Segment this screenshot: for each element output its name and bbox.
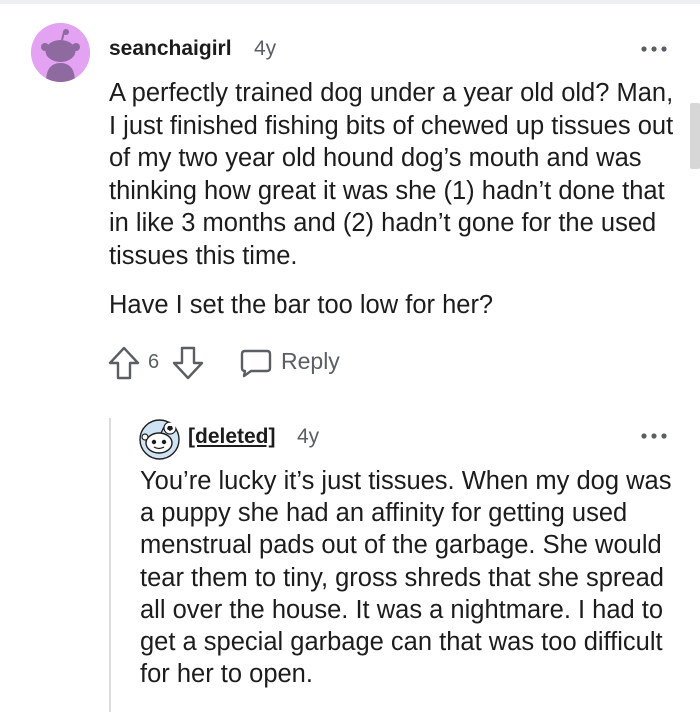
timestamp: 4y [254, 37, 277, 60]
vote-score: 6 [148, 351, 160, 373]
upvote-button[interactable] [107, 345, 141, 381]
comment-paragraph: Have I set the bar too low for her? [109, 291, 494, 319]
comment: seanchaigirl 4y A perfectly trained dog … [0, 0, 700, 400]
avatar[interactable] [139, 419, 180, 460]
more-options-icon[interactable] [640, 426, 668, 446]
comment-body: You’re lucky it’s just tissues. When my … [140, 465, 685, 690]
speech-bubble-icon [240, 349, 272, 378]
snoo-avatar-icon [139, 419, 180, 460]
downvote-arrow-icon [172, 346, 204, 380]
avatar[interactable] [31, 23, 90, 82]
snoo-avatar-icon [31, 23, 90, 82]
downvote-button[interactable] [171, 345, 205, 381]
more-options-icon[interactable] [640, 39, 668, 59]
comment-paragraph: A perfectly trained dog under a year old… [109, 79, 674, 270]
reply-label: Reply [281, 348, 340, 374]
reply-button[interactable]: Reply [239, 345, 349, 381]
username[interactable]: seanchaigirl [109, 37, 232, 61]
comment-body: A perfectly trained dog under a year old… [109, 77, 684, 322]
upvote-arrow-icon [108, 346, 140, 380]
timestamp: 4y [297, 425, 320, 448]
username[interactable]: [deleted] [188, 425, 276, 449]
comment-paragraph: You’re lucky it’s just tissues. When my … [140, 467, 672, 689]
